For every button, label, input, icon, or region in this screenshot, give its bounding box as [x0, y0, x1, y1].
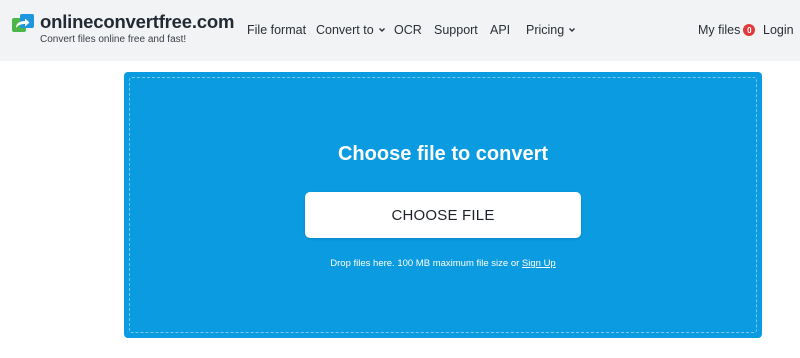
nav-file-format[interactable]: File format	[247, 22, 306, 38]
sign-up-link[interactable]: Sign Up	[522, 258, 556, 269]
arrows-swap-icon[interactable]	[11, 12, 35, 36]
nav-label: File format	[247, 23, 307, 37]
nav-support[interactable]: Support	[434, 22, 478, 38]
login-label: Login	[763, 23, 794, 37]
nav-label: Pricing	[526, 23, 565, 37]
upload-dropzone[interactable]: Choose file to convert CHOOSE FILE Drop …	[124, 72, 762, 338]
nav-pricing[interactable]: Pricing	[526, 22, 576, 38]
nav-api[interactable]: API	[490, 22, 510, 38]
nav-label: Convert to	[316, 23, 374, 37]
my-files-link[interactable]: My files 0	[698, 22, 756, 38]
nav-ocr[interactable]: OCR	[394, 22, 422, 38]
upload-title: Choose file to convert	[337, 143, 549, 165]
nav-label: Support	[434, 23, 478, 37]
drop-hint: Drop files here. 100 MB maximum file siz…	[124, 258, 762, 269]
choose-file-button[interactable]: CHOOSE FILE	[305, 192, 581, 238]
chevron-down-icon	[378, 28, 385, 32]
nav-label: OCR	[394, 23, 422, 37]
logo-tagline: Convert files online free and fast!	[40, 34, 187, 45]
files-count-badge: 0	[743, 24, 756, 36]
nav-convert-to[interactable]: Convert to	[316, 22, 386, 38]
login-link[interactable]: Login	[763, 22, 794, 38]
drop-hint-text: Drop files here. 100 MB maximum file siz…	[330, 258, 520, 269]
chevron-down-icon	[569, 28, 576, 32]
site-header: onlineconvertfree.com Convert files onli…	[0, 0, 800, 61]
logo-title[interactable]: onlineconvertfree.com	[40, 11, 234, 33]
nav-label: API	[490, 23, 511, 37]
my-files-label: My files	[698, 23, 741, 37]
